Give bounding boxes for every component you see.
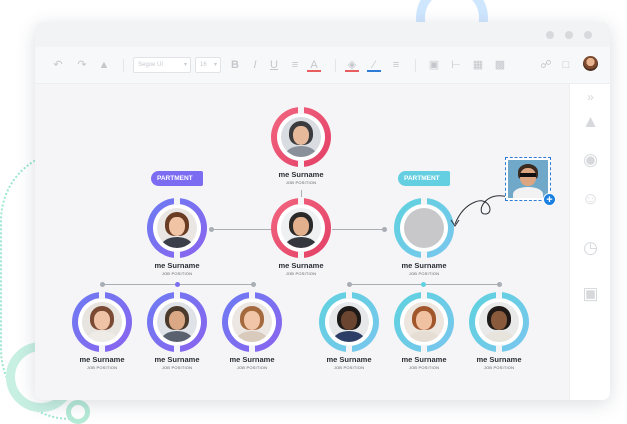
- bold-button[interactable]: B: [229, 58, 241, 72]
- clock-icon[interactable]: ◷: [581, 238, 600, 257]
- department-badge-left[interactable]: PARTMENT: [151, 171, 203, 186]
- node-position: JOB POSITION: [285, 271, 317, 276]
- chevron-down-icon: ▾: [183, 62, 187, 68]
- org-node-left[interactable]: [147, 197, 207, 259]
- node-name: me Surname: [278, 170, 324, 179]
- org-node-bottom-5[interactable]: [394, 291, 454, 353]
- node-position: JOB POSITION: [408, 271, 440, 276]
- connector-dot: [347, 282, 352, 287]
- format-painter-icon[interactable]: ▲: [97, 58, 111, 72]
- align-icon[interactable]: ≡: [288, 58, 302, 72]
- node-name: me Surname: [229, 355, 275, 364]
- connector-dot: [100, 282, 105, 287]
- italic-button[interactable]: I: [249, 58, 261, 72]
- dragged-photo-card[interactable]: +: [505, 157, 556, 206]
- palette-icon[interactable]: ◉: [581, 150, 600, 169]
- empty-photo-placeholder[interactable]: [404, 208, 444, 248]
- org-node-bottom-3[interactable]: [222, 291, 282, 353]
- toolbar-divider: [123, 59, 124, 72]
- toolbar: ↶ ↷ ▲ Segoe UI ▾ 16 ▾ B I U ≡ A ◈ ∕ ≡ ▣ …: [35, 47, 610, 84]
- node-name: me Surname: [154, 261, 200, 270]
- undo-icon[interactable]: ↶: [51, 58, 65, 72]
- decor-ring-small: [66, 400, 90, 424]
- shirt-icon[interactable]: ▲: [581, 112, 600, 131]
- node-position: JOB POSITION: [161, 271, 193, 276]
- dragged-photo: [508, 160, 548, 198]
- toolbar-divider: [415, 59, 416, 72]
- redo-icon[interactable]: ↷: [75, 58, 89, 72]
- font-size-select[interactable]: 16 ▾: [195, 57, 221, 73]
- folder-icon[interactable]: □: [559, 58, 573, 72]
- connector-dot: [382, 227, 387, 232]
- connector-dot: [209, 227, 214, 232]
- toolbar-divider: [335, 59, 336, 72]
- window-dot-2[interactable]: [565, 31, 573, 39]
- font-family-select[interactable]: Segoe UI ▾: [133, 57, 191, 73]
- collapse-icon[interactable]: »: [581, 88, 600, 107]
- comment-icon[interactable]: ▣: [581, 284, 600, 303]
- connector-dot: [497, 282, 502, 287]
- arrange-icon[interactable]: ▣: [427, 58, 441, 72]
- org-node-bottom-2[interactable]: [147, 291, 207, 353]
- app-window: ↶ ↷ ▲ Segoe UI ▾ 16 ▾ B I U ≡ A ◈ ∕ ≡ ▣ …: [35, 22, 610, 400]
- org-node-top[interactable]: [271, 106, 331, 168]
- fill-color-icon[interactable]: ◈: [345, 58, 359, 72]
- share-icon[interactable]: ☍: [539, 58, 553, 72]
- window-dot-3[interactable]: [584, 31, 592, 39]
- org-node-bottom-6[interactable]: [469, 291, 529, 353]
- underline-button[interactable]: U: [268, 58, 280, 72]
- user-avatar[interactable]: [583, 56, 598, 71]
- node-position: JOB POSITION: [483, 365, 515, 370]
- group-icon[interactable]: ▦: [471, 58, 485, 72]
- connector-dot: [421, 282, 426, 287]
- stage: ↶ ↷ ▲ Segoe UI ▾ 16 ▾ B I U ≡ A ◈ ∕ ≡ ▣ …: [0, 0, 627, 424]
- title-bar: [35, 22, 610, 47]
- lock-icon[interactable]: ▩: [493, 58, 507, 72]
- connector-dot: [251, 282, 256, 287]
- font-family-value: Segoe UI: [138, 62, 164, 68]
- department-badge-right[interactable]: PARTMENT: [398, 171, 450, 186]
- node-name: me Surname: [401, 261, 447, 270]
- org-node-center[interactable]: [271, 197, 331, 259]
- line-style-icon[interactable]: ≡: [389, 58, 403, 72]
- window-dot-1[interactable]: [546, 31, 554, 39]
- font-color-icon[interactable]: A: [307, 58, 321, 72]
- font-size-value: 16: [200, 62, 207, 68]
- right-side-panel: » ▲ ◉ ☺ ◷ ▣: [569, 84, 610, 400]
- node-position: JOB POSITION: [285, 180, 317, 185]
- org-node-bottom-1[interactable]: [72, 291, 132, 353]
- org-node-bottom-4[interactable]: [319, 291, 379, 353]
- chevron-down-icon: ▾: [213, 62, 217, 68]
- connector-line: [332, 229, 384, 230]
- connector-dot: [175, 282, 180, 287]
- emoji-icon[interactable]: ☺: [581, 189, 600, 208]
- diagram-canvas[interactable]: me Surname JOB POSITION me Surname JOB P…: [35, 84, 569, 400]
- connector-line: [211, 229, 272, 230]
- node-name: me Surname: [476, 355, 522, 364]
- distribute-icon[interactable]: ⊢: [449, 58, 463, 72]
- line-color-icon[interactable]: ∕: [367, 58, 381, 72]
- node-position: JOB POSITION: [236, 365, 268, 370]
- node-name: me Surname: [278, 261, 324, 270]
- add-photo-icon[interactable]: +: [543, 193, 556, 206]
